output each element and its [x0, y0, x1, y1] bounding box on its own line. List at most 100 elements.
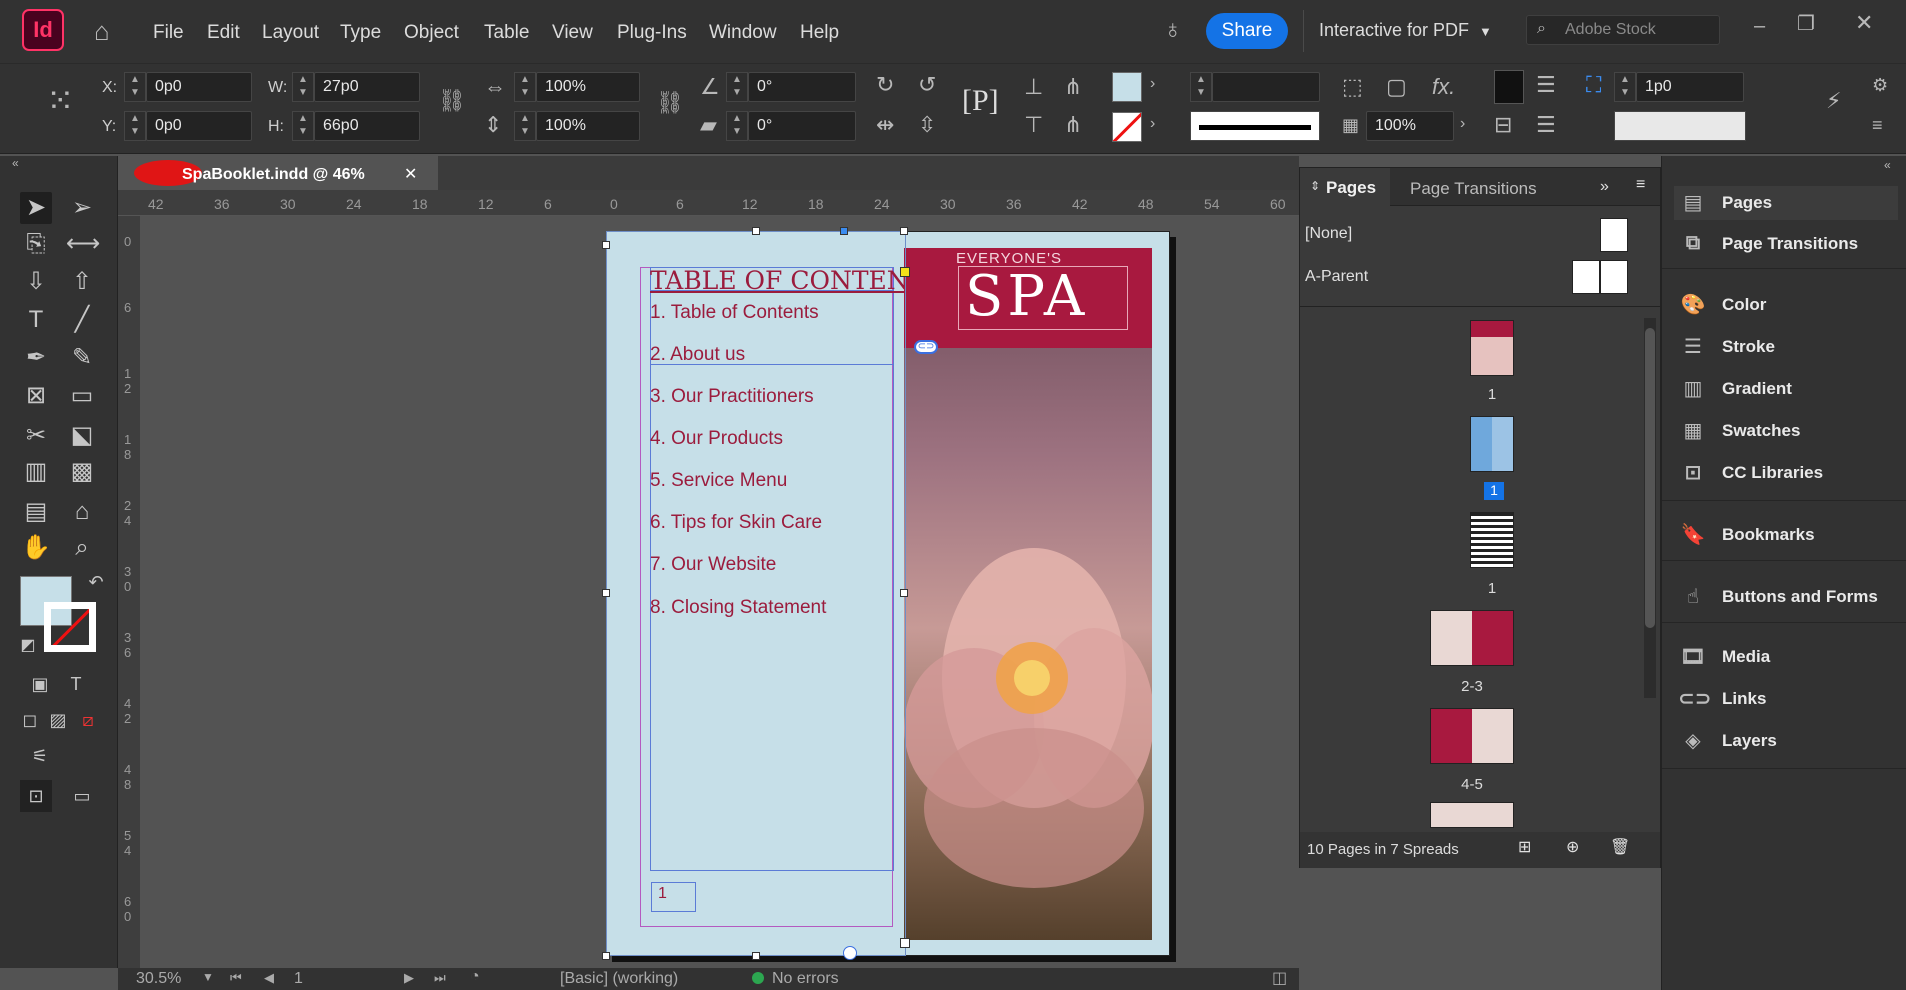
- stock-search-input[interactable]: Adobe Stock: [1526, 15, 1720, 45]
- text-wrap-around-icon[interactable]: ☰: [1536, 74, 1556, 96]
- selection-handle[interactable]: [900, 938, 910, 948]
- free-transform-tool-icon[interactable]: ⬕: [66, 420, 98, 452]
- collapse-dock-icon[interactable]: «: [1884, 158, 1891, 172]
- dock-cc-libraries[interactable]: ⊡ CC Libraries: [1678, 460, 1898, 485]
- hand-tool-icon[interactable]: ✋: [20, 532, 52, 564]
- rectangle-frame-tool-icon[interactable]: ⊠: [20, 380, 52, 412]
- y-field[interactable]: 0p0: [146, 111, 252, 141]
- swap-colors-icon[interactable]: ↶: [80, 566, 112, 598]
- rotate-stepper[interactable]: ▲ ▼: [726, 72, 748, 102]
- share-button[interactable]: Share: [1206, 13, 1288, 49]
- rotate-handle[interactable]: [843, 946, 857, 960]
- mode-icon[interactable]: ⚟: [24, 740, 56, 772]
- selection-handle[interactable]: [602, 241, 610, 249]
- stroke-type-select[interactable]: [1190, 111, 1320, 141]
- shear-field[interactable]: 0°: [748, 111, 856, 141]
- panel-menu-icon[interactable]: ≡: [1636, 176, 1645, 194]
- formatting-container-icon[interactable]: ▣: [24, 668, 56, 700]
- opacity-menu-icon[interactable]: ›: [1460, 116, 1465, 132]
- content-placer-icon[interactable]: ⇧: [66, 266, 98, 298]
- minimize-icon[interactable]: –: [1754, 16, 1765, 36]
- scale-y-stepper[interactable]: ▲ ▼: [514, 111, 536, 141]
- dock-pages[interactable]: ▤ Pages: [1678, 190, 1898, 215]
- rotate-field[interactable]: 0°: [748, 72, 856, 102]
- w-field[interactable]: 27p0: [314, 72, 420, 102]
- menu-layout[interactable]: Layout: [262, 22, 319, 44]
- first-page-icon[interactable]: ⏮: [230, 970, 242, 986]
- gap-tool-icon[interactable]: ⟷: [66, 228, 100, 260]
- scale-x-stepper[interactable]: ▲ ▼: [514, 72, 536, 102]
- parent-a-thumb-left[interactable]: [1572, 260, 1600, 294]
- auto-fit-icon[interactable]: ⛶: [1586, 74, 1601, 96]
- w-stepper[interactable]: ▲ ▼: [292, 72, 314, 102]
- home-icon[interactable]: ⌂: [94, 18, 110, 44]
- constrain-scale-icon[interactable]: ⛓: [656, 92, 684, 114]
- dock-page-transitions[interactable]: ⧉ Page Transitions: [1678, 232, 1898, 255]
- pencil-tool-icon[interactable]: ✎: [66, 342, 98, 374]
- close-icon[interactable]: ✕: [1855, 12, 1873, 34]
- rotate-ccw-icon[interactable]: ↺: [918, 74, 936, 96]
- vertical-ruler[interactable]: 0 6 1 2 1 8 2 4 3 0 3 6 4 2 4 8 5 4 6 0: [118, 216, 140, 968]
- next-page-icon[interactable]: ▶: [404, 970, 414, 986]
- selection-handle[interactable]: [900, 227, 908, 235]
- flip-horizontal-icon[interactable]: ⇹: [876, 114, 894, 136]
- collapse-toolbox-icon[interactable]: «: [12, 156, 19, 170]
- parent-none-thumb[interactable]: [1600, 218, 1628, 252]
- gradient-feather-tool-icon[interactable]: ▩: [66, 456, 98, 488]
- align-bottom-icon[interactable]: ⊤: [1024, 114, 1043, 136]
- tab-pages[interactable]: ⇕ Pages: [1300, 168, 1390, 206]
- pages-scrollbar[interactable]: [1644, 318, 1656, 698]
- text-wrap-icon[interactable]: [1494, 70, 1524, 104]
- stroke-color-box[interactable]: [44, 602, 96, 652]
- menu-window[interactable]: Window: [709, 22, 777, 44]
- last-page-icon[interactable]: ⏭: [434, 970, 446, 986]
- apply-gradient-icon[interactable]: ▨: [42, 704, 74, 736]
- menu-object[interactable]: Object: [404, 22, 459, 44]
- spread-thumb-6-7[interactable]: [1430, 802, 1514, 828]
- selection-handle[interactable]: [840, 227, 848, 235]
- page-size-icon[interactable]: ⊞: [1518, 837, 1531, 857]
- rectangle-tool-icon[interactable]: ▭: [66, 380, 98, 412]
- settings-icon[interactable]: ⚙: [1872, 76, 1888, 94]
- distribute-bottom-icon[interactable]: ⋔: [1064, 114, 1082, 136]
- opacity-field[interactable]: 100%: [1366, 111, 1454, 141]
- spacing-stepper[interactable]: ▲ ▼: [1614, 72, 1636, 102]
- prev-page-icon[interactable]: ◀: [264, 970, 274, 986]
- stroke-weight-stepper[interactable]: ▲ ▼: [1190, 72, 1212, 102]
- pen-tool-icon[interactable]: ✒: [20, 342, 52, 374]
- dock-stroke[interactable]: ☰ Stroke: [1678, 334, 1898, 359]
- parent-none[interactable]: [None]: [1305, 225, 1352, 243]
- selection-handle[interactable]: [752, 227, 760, 235]
- h-field[interactable]: 66p0: [314, 111, 420, 141]
- line-tool-icon[interactable]: ╱: [66, 304, 98, 336]
- spread-thumb-2-3[interactable]: [1430, 610, 1514, 666]
- x-stepper[interactable]: ▲ ▼: [124, 72, 146, 102]
- dock-media[interactable]: 🎞 Media: [1678, 644, 1898, 669]
- menu-view[interactable]: View: [552, 22, 593, 44]
- screen-mode-icon[interactable]: ▭: [66, 780, 98, 812]
- stroke-weight-field[interactable]: [1212, 72, 1320, 102]
- dock-bookmarks[interactable]: 🔖 Bookmarks: [1678, 522, 1898, 547]
- y-stepper[interactable]: ▲ ▼: [124, 111, 146, 141]
- scissors-tool-icon[interactable]: ✂: [20, 420, 52, 452]
- object-style-select[interactable]: [1614, 111, 1746, 141]
- scale-y-field[interactable]: 100%: [536, 111, 640, 141]
- menu-edit[interactable]: Edit: [207, 22, 240, 44]
- selection-tool-icon[interactable]: ➤: [20, 192, 52, 224]
- constrain-link-icon[interactable]: ⛓: [438, 90, 466, 112]
- dock-links[interactable]: ⊂⊃ Links: [1678, 686, 1898, 711]
- selection-handle[interactable]: [602, 589, 610, 597]
- menu-help[interactable]: Help: [800, 22, 839, 44]
- effects-icon[interactable]: fx.: [1432, 76, 1455, 98]
- frame-icon[interactable]: ▢: [1386, 76, 1407, 98]
- fill-menu-icon[interactable]: ›: [1150, 76, 1155, 92]
- type-tool-icon[interactable]: T: [20, 304, 52, 336]
- align-icon[interactable]: ⊥: [1024, 76, 1043, 98]
- frame-fitting-icon[interactable]: ⬚: [1342, 76, 1363, 98]
- normal-view-icon[interactable]: ⊡: [20, 780, 52, 812]
- zoom-tool-icon[interactable]: ⌕: [66, 532, 98, 564]
- reference-point-icon[interactable]: ⁙: [46, 84, 75, 118]
- dock-buttons-forms[interactable]: ☝ Buttons and Forms: [1678, 584, 1898, 609]
- eyedropper-tool-icon[interactable]: ⌂: [66, 496, 98, 528]
- parent-a[interactable]: A-Parent: [1305, 268, 1368, 286]
